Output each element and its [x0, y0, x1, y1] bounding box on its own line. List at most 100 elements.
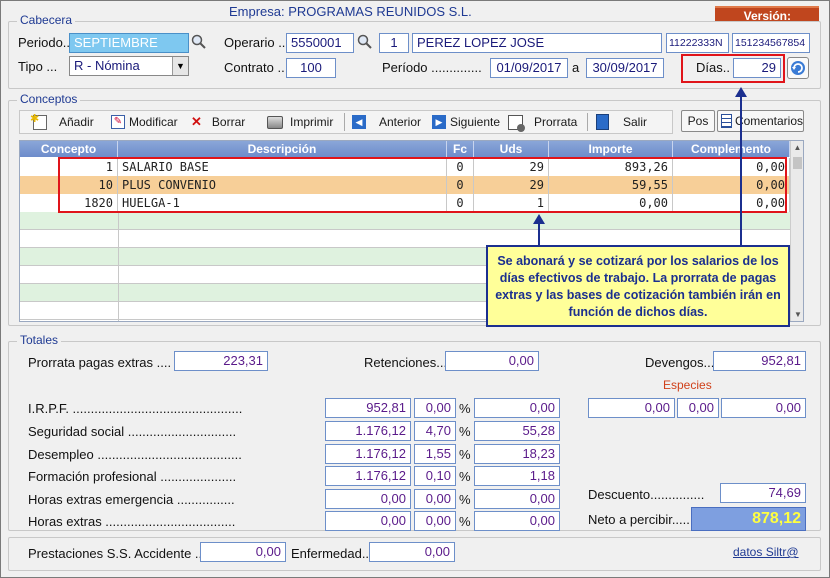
- annotation-note: Se abonará y se cotizará por los salario…: [486, 245, 790, 327]
- pos-button[interactable]: Pos: [681, 110, 715, 132]
- ss-label: Seguridad social .......................…: [28, 424, 237, 439]
- grid-scrollbar[interactable]: ▲ ▼: [790, 141, 803, 321]
- conceptos-title: Conceptos: [17, 92, 81, 106]
- ss-base-field: 1.176,12: [325, 421, 411, 441]
- refresh-icon[interactable]: [787, 57, 809, 79]
- contrato-field[interactable]: 100: [286, 58, 336, 78]
- add-button-label: Añadir: [59, 115, 94, 129]
- periodo-label: Periodo..: [18, 35, 71, 50]
- previous-button[interactable]: ◀ Anterior: [352, 111, 421, 133]
- col-complemento[interactable]: Complemento: [673, 141, 790, 157]
- fecha-desde-field[interactable]: 01/09/2017: [490, 58, 568, 78]
- print-button[interactable]: Imprimir: [267, 111, 333, 133]
- prorrata-button[interactable]: Prorrata: [508, 111, 577, 133]
- periodo-range-label: Período ..............: [382, 60, 482, 75]
- delete-button[interactable]: ✕ Borrar: [191, 111, 245, 133]
- tipo-select[interactable]: R - Nómina ▼: [69, 56, 189, 76]
- prestaciones-label: Prestaciones S.S. Accidente ..: [28, 546, 203, 561]
- grid-header: Concepto Descripción Fc Uds Importe Comp…: [20, 141, 790, 157]
- comments-button[interactable]: Comentarios: [717, 110, 804, 132]
- datos-siltra-link[interactable]: datos Siltr@: [733, 545, 799, 559]
- percent-symbol: %: [459, 514, 471, 529]
- contrato-label: Contrato ..: [224, 60, 285, 75]
- irpf-pct-field: 0,00: [414, 398, 456, 418]
- prorrata-label: Prorrata pagas extras ....: [28, 355, 172, 370]
- horas-emergencia-imp-field: 0,00: [474, 489, 560, 509]
- exit-button-label: Salir: [623, 115, 648, 129]
- grid-line: [118, 212, 119, 321]
- previous-icon: ◀: [352, 115, 366, 129]
- operario-code-field[interactable]: 5550001: [286, 33, 354, 53]
- comments-icon: [721, 114, 732, 128]
- neto-field: 878,12: [691, 507, 806, 531]
- totales-title: Totales: [17, 333, 62, 347]
- comments-button-label: Comentarios: [734, 114, 803, 128]
- toolbar-divider: [344, 113, 345, 131]
- percent-symbol: %: [459, 424, 471, 439]
- scroll-thumb[interactable]: [793, 157, 802, 169]
- rows-highlight-box: [58, 157, 787, 213]
- col-uds[interactable]: Uds: [474, 141, 549, 157]
- next-icon: ▶: [432, 115, 446, 129]
- modify-button[interactable]: ✎ Modificar: [111, 111, 178, 133]
- scroll-down-icon[interactable]: ▼: [791, 308, 803, 321]
- enfermedad-field[interactable]: 0,00: [369, 542, 455, 562]
- prorrata-field: 223,31: [174, 351, 268, 371]
- arrow-head-up-icon: [533, 214, 545, 224]
- horas-extras-label: Horas extras ...........................…: [28, 514, 236, 529]
- col-concepto[interactable]: Concepto: [20, 141, 118, 157]
- retenciones-label: Retenciones...: [364, 355, 448, 370]
- scroll-up-icon[interactable]: ▲: [791, 141, 803, 155]
- prorrata-button-label: Prorrata: [534, 115, 578, 129]
- chevron-down-icon[interactable]: ▼: [172, 57, 188, 75]
- exit-button[interactable]: Salir: [596, 111, 647, 133]
- especies-field-3: 0,00: [721, 398, 806, 418]
- formacion-imp-field: 1,18: [474, 466, 560, 486]
- col-descripcion[interactable]: Descripción: [118, 141, 447, 157]
- neto-label: Neto a percibir.....: [588, 512, 690, 527]
- previous-button-label: Anterior: [379, 115, 422, 129]
- next-button[interactable]: ▶ Siguiente: [432, 111, 500, 133]
- annotation-arrow-dias: [740, 96, 742, 245]
- periodo-field[interactable]: SEPTIEMBRE: [69, 33, 189, 53]
- operario-num-field[interactable]: 1: [379, 33, 409, 53]
- annotation-arrow-uds: [538, 223, 540, 245]
- col-fc[interactable]: Fc: [447, 141, 474, 157]
- percent-symbol: %: [459, 447, 471, 462]
- horas-emergencia-label: Horas extras emergencia ................: [28, 492, 235, 507]
- a-label: a: [572, 60, 580, 75]
- cabecera-title: Cabecera: [17, 13, 76, 27]
- print-icon: [267, 115, 283, 129]
- especies-label: Especies: [663, 378, 712, 392]
- dias-field[interactable]: 29: [733, 58, 781, 78]
- prestaciones-field[interactable]: 0,00: [200, 542, 286, 562]
- retenciones-field: 0,00: [445, 351, 539, 371]
- exit-door-icon: [596, 114, 609, 130]
- ss-pct-field: 4,70: [414, 421, 456, 441]
- operario-label: Operario ..: [224, 35, 286, 50]
- devengos-label: Devengos...: [645, 355, 715, 370]
- empty-row[interactable]: [20, 212, 790, 230]
- desempleo-imp-field: 18,23: [474, 444, 560, 464]
- fecha-hasta-field[interactable]: 30/09/2017: [586, 58, 664, 78]
- devengos-field: 952,81: [713, 351, 806, 371]
- nss-field: 151234567854: [732, 33, 810, 53]
- horas-extras-base-field: 0,00: [325, 511, 411, 531]
- operario-name-field: PEREZ LOPEZ JOSE: [412, 33, 662, 53]
- desempleo-pct-field: 1,55: [414, 444, 456, 464]
- print-button-label: Imprimir: [290, 115, 334, 129]
- horas-emergencia-base-field: 0,00: [325, 489, 411, 509]
- especies-field-2: 0,00: [677, 398, 719, 418]
- empresa-title: Empresa: PROGRAMAS REUNIDOS S.L.: [229, 4, 472, 19]
- tipo-select-value: R - Nómina: [74, 58, 140, 73]
- payroll-window: Empresa: PROGRAMAS REUNIDOS S.L. Versión…: [0, 0, 830, 578]
- search-icon[interactable]: [357, 34, 373, 50]
- add-button[interactable]: ✱ Añadir: [30, 111, 94, 133]
- irpf-imp-field: 0,00: [474, 398, 560, 418]
- next-button-label: Siguiente: [450, 115, 501, 129]
- col-importe[interactable]: Importe: [549, 141, 673, 157]
- search-icon[interactable]: [191, 34, 207, 50]
- formacion-base-field: 1.176,12: [325, 466, 411, 486]
- horas-emergencia-pct-field: 0,00: [414, 489, 456, 509]
- enfermedad-label: Enfermedad..: [291, 546, 370, 561]
